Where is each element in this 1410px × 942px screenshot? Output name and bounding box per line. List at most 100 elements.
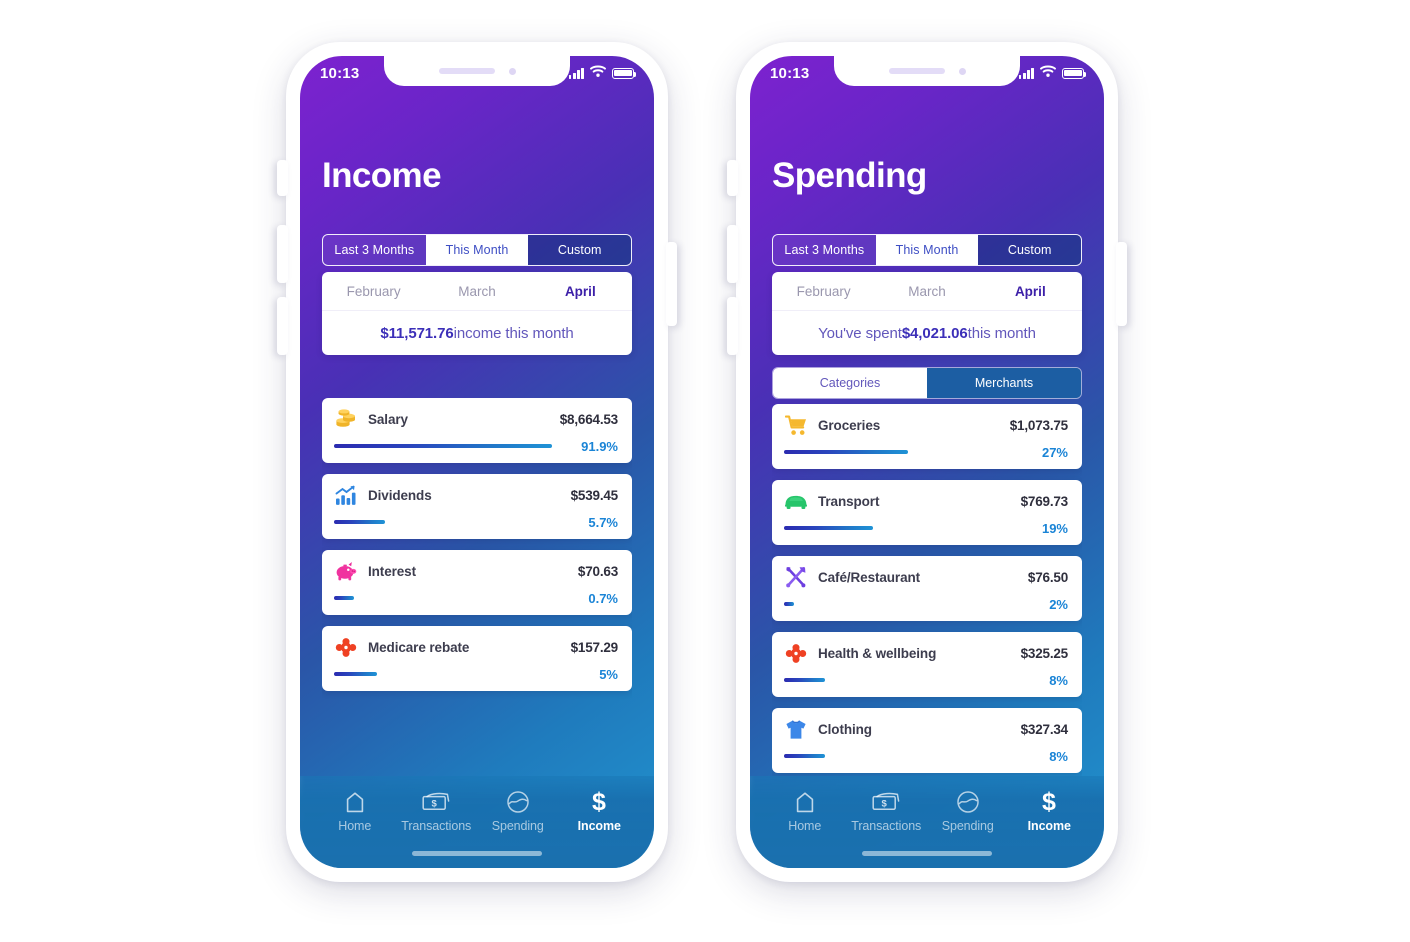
nav-item-spending[interactable]: Spending [930,790,1006,833]
item-name: Salary [368,411,408,427]
app-screen-spending: 10:13 Spending Last 3 Months This Month Cust… [750,56,1104,868]
list-item[interactable]: Salary $8,664.53 91.9% [322,398,632,463]
month-tab-march[interactable]: March [875,284,978,299]
dollar-icon: $ [588,789,610,815]
item-amount: $769.73 [1020,493,1069,509]
nav-label: Income [1027,819,1071,833]
range-tab-this-month[interactable]: This Month [425,235,529,265]
silent-switch[interactable] [277,160,288,196]
list-item[interactable]: Health & wellbeing $325.25 8% [772,632,1082,697]
range-tab-custom[interactable]: Custom [978,235,1081,265]
dollar-icon: $ [1038,789,1060,815]
summary-prefix: You've spent [818,324,902,342]
subtab-merchants[interactable]: Merchants [927,368,1081,398]
nav-item-transactions[interactable]: $ Transactions [848,790,924,833]
progress-fill [334,596,354,600]
notch [384,56,570,86]
item-amount: $539.45 [570,487,619,503]
status-time: 10:13 [320,64,360,82]
power-button[interactable] [1116,242,1127,326]
summary-text: $11,571.76 income this month [322,311,632,355]
nav-label: Transactions [851,819,922,833]
item-percent: 2% [1049,596,1068,612]
nav-item-income[interactable]: $ Income [1011,789,1087,833]
item-name: Medicare rebate [368,639,470,655]
list-item-footer: 19% [784,521,1068,536]
summary-suffix: income this month [453,324,574,342]
volume-up-button[interactable] [727,225,738,283]
progress-track [784,526,1032,530]
nav-label: Transactions [401,819,472,833]
list-item-header: Transport $769.73 [784,490,1068,512]
page-title: Spending [772,156,927,195]
list-item[interactable]: Clothing $327.34 8% [772,708,1082,773]
nav-item-income[interactable]: $ Income [561,789,637,833]
nav-item-transactions[interactable]: $ Transactions [398,790,474,833]
list-item-footer: 27% [784,444,1068,460]
list-item-footer: 2% [784,596,1068,612]
banknote-icon: $ [422,790,450,814]
progress-track [784,602,1039,606]
list-item[interactable]: Groceries $1,073.75 27% [772,404,1082,469]
range-tab-last-3-months[interactable]: Last 3 Months [773,235,876,265]
battery-icon [612,67,637,79]
month-tabs: February March April [772,272,1082,311]
nav-label: Home [338,819,372,833]
svg-text:$: $ [432,799,438,810]
item-percent: 8% [1049,672,1068,688]
silent-switch[interactable] [727,160,738,196]
cellular-bars-icon [1018,67,1034,79]
list-item-footer: 8% [784,672,1068,688]
item-percent: 27% [1041,444,1068,460]
screenshot-canvas: 10:13 Income Last 3 Months This Month Custom… [0,0,1410,942]
bottom-nav: Home $ Transactions Spending $ Income [300,776,654,868]
volume-up-button[interactable] [277,225,288,283]
nav-item-home[interactable]: Home [767,790,843,833]
item-amount: $157.29 [570,639,619,655]
volume-down-button[interactable] [277,297,288,355]
item-amount: $8,664.53 [559,411,618,427]
item-name: Health & wellbeing [818,645,937,661]
month-tab-february[interactable]: February [772,284,875,299]
subtab-categories[interactable]: Categories [773,368,927,398]
progress-track [784,754,1039,758]
month-tab-april[interactable]: April [979,284,1082,299]
bottom-nav: Home $ Transactions Spending $ Income [750,776,1104,868]
list-item-header: Groceries $1,073.75 [784,414,1068,436]
app-screen-income: 10:13 Income Last 3 Months This Month Custom… [300,56,654,868]
medical-cross-icon [784,642,808,664]
nav-item-home[interactable]: Home [317,790,393,833]
cutlery-icon [784,566,808,588]
item-name: Dividends [368,487,432,503]
nav-label: Income [577,819,621,833]
list-item[interactable]: Transport $769.73 19% [772,480,1082,545]
list-item-header: Medicare rebate $157.29 [334,636,618,658]
progress-track [334,672,589,676]
list-item[interactable]: Interest $70.63 0.7% [322,550,632,615]
progress-fill [784,526,874,530]
summary-amount: $4,021.06 [901,324,968,342]
item-name: Transport [818,493,880,509]
range-tab-last-3-months[interactable]: Last 3 Months [323,235,426,265]
list-item[interactable]: Medicare rebate $157.29 5% [322,626,632,691]
range-tab-this-month[interactable]: This Month [875,235,979,265]
volume-down-button[interactable] [727,297,738,355]
list-item[interactable]: Café/Restaurant $76.50 2% [772,556,1082,621]
home-indicator [412,851,542,856]
month-tab-february[interactable]: February [322,284,425,299]
month-tabs: February March April [322,272,632,311]
breakdown-list-spending: Groceries $1,073.75 27% Transport $769.73 19%… [772,404,1082,810]
list-item-footer: 0.7% [334,591,618,606]
item-name: Groceries [818,417,881,433]
wifi-icon [590,64,606,82]
list-item[interactable]: Dividends $539.45 5.7% [322,474,632,539]
range-tab-custom[interactable]: Custom [528,235,631,265]
progress-track [334,444,571,448]
progress-fill [784,754,825,758]
power-button[interactable] [666,242,677,326]
month-tab-april[interactable]: April [529,284,632,299]
shopping-cart-icon [784,414,808,436]
item-name: Café/Restaurant [818,569,921,585]
nav-item-spending[interactable]: Spending [480,790,556,833]
month-tab-march[interactable]: March [425,284,528,299]
